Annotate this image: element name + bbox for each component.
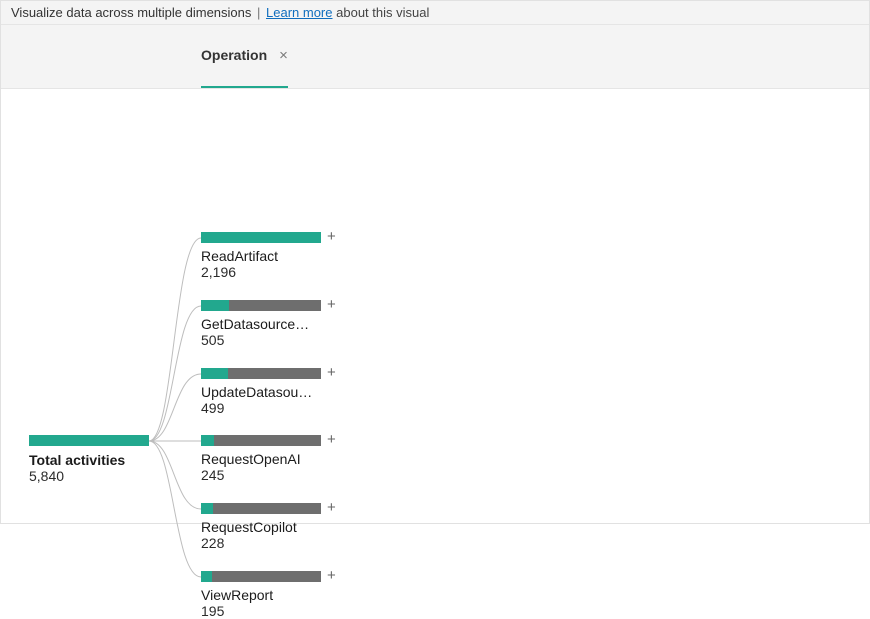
tree-leaf-node[interactable]: + GetDatasource… 505 <box>201 300 361 348</box>
separator: | <box>257 5 264 20</box>
leaf-value: 2,196 <box>201 264 361 280</box>
leaf-bar <box>201 300 321 311</box>
leaf-label: ReadArtifact <box>201 248 341 264</box>
plus-icon[interactable]: + <box>327 567 336 584</box>
tree-leaf-node[interactable]: + RequestCopilot 228 <box>201 503 361 551</box>
leaf-label: GetDatasource… <box>201 316 341 332</box>
leaf-label: UpdateDatasou… <box>201 384 341 400</box>
root-label: Total activities <box>29 452 149 468</box>
leaf-bar <box>201 503 321 514</box>
tree-leaf-node[interactable]: + ReadArtifact 2,196 <box>201 232 361 280</box>
info-banner: Visualize data across multiple dimension… <box>1 1 869 25</box>
leaf-bar <box>201 232 321 243</box>
leaf-fill <box>201 368 228 379</box>
tree-leaf-node[interactable]: + RequestOpenAI 245 <box>201 435 361 483</box>
dimension-chip-label: Operation <box>201 47 267 63</box>
leaf-value: 505 <box>201 332 361 348</box>
leaf-fill <box>201 503 213 514</box>
learn-more-link[interactable]: Learn more <box>266 5 332 20</box>
leaf-bar <box>201 571 321 582</box>
tree-leaf-node[interactable]: + UpdateDatasou… 499 <box>201 368 361 416</box>
plus-icon[interactable]: + <box>327 364 336 381</box>
root-value: 5,840 <box>29 468 149 484</box>
dimension-header: Operation × <box>1 25 869 89</box>
leaf-value: 245 <box>201 467 361 483</box>
leaf-value: 499 <box>201 400 361 416</box>
tree-leaf-node[interactable]: + ViewReport 195 <box>201 571 361 619</box>
leaf-value: 228 <box>201 535 361 551</box>
tree-root-node[interactable]: Total activities 5,840 <box>29 435 149 484</box>
leaf-bar <box>201 435 321 446</box>
plus-icon[interactable]: + <box>327 228 336 245</box>
leaf-fill <box>201 232 321 243</box>
plus-icon[interactable]: + <box>327 431 336 448</box>
leaf-fill <box>201 571 212 582</box>
root-bar <box>29 435 149 446</box>
banner-trailing-text: about this visual <box>336 5 429 20</box>
leaf-fill <box>201 435 214 446</box>
dimension-chip-operation[interactable]: Operation × <box>201 47 288 88</box>
leaf-fill <box>201 300 229 311</box>
leaf-value: 195 <box>201 603 361 619</box>
leaf-label: ViewReport <box>201 587 341 603</box>
leaf-label: RequestOpenAI <box>201 451 341 467</box>
connector-lines <box>1 89 870 613</box>
decomposition-tree: Total activities 5,840 + ReadArtifact 2,… <box>1 89 869 519</box>
plus-icon[interactable]: + <box>327 296 336 313</box>
banner-intro: Visualize data across multiple dimension… <box>11 5 251 20</box>
close-icon[interactable]: × <box>279 47 288 64</box>
leaf-bar <box>201 368 321 379</box>
plus-icon[interactable]: + <box>327 499 336 516</box>
leaf-label: RequestCopilot <box>201 519 341 535</box>
